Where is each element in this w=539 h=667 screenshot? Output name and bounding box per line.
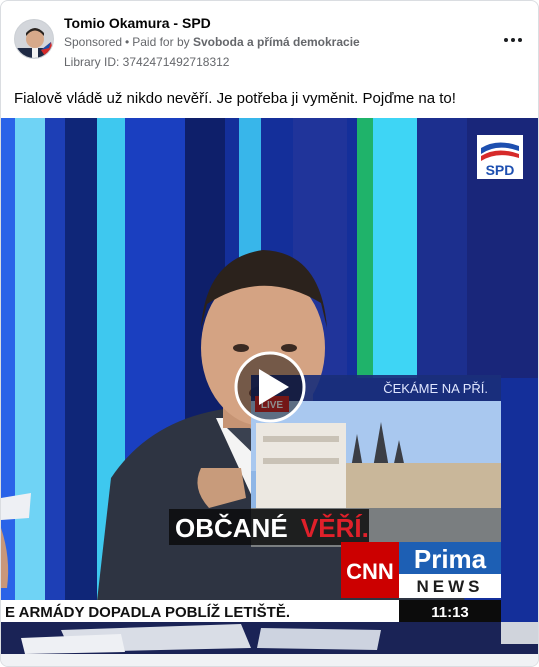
svg-text:OBČANÉ VĚŘÍ.: OBČANÉ VĚŘÍ. (175, 513, 369, 543)
more-horizontal-icon (504, 38, 508, 42)
cnn-logo: CNN (346, 559, 394, 584)
prima-logo: Prima (414, 544, 487, 574)
post-text: Fialově vládě už nikdo nevěří. Je potřeb… (14, 90, 456, 107)
payer-name[interactable]: Svoboda a přímá demokracie (193, 35, 360, 49)
subtitle-red: VĚŘÍ. (301, 513, 369, 543)
subtitle-white: OBČANÉ (175, 513, 288, 543)
sponsored-line: Sponsored • Paid for by Svoboda a přímá de… (64, 35, 360, 49)
play-button[interactable] (234, 351, 306, 423)
news-ticker: E ARMÁDY DOPADLA POBLÍŽ LETIŠTĚ. 11:13 (1, 600, 501, 622)
clock: 11:13 (431, 604, 469, 621)
cnn-prima-news-logo: CNN Prima NEWS (341, 542, 501, 598)
video-player[interactable]: SPD ČEKÁME NA PŘÍ. LIVE OBČANÉ VĚŘÍ. CNN… (1, 118, 538, 654)
subtitle: OBČANÉ VĚŘÍ. (169, 509, 369, 545)
news-logo: NEWS (417, 577, 484, 596)
inset-title: ČEKÁME NA PŘÍ. (383, 381, 488, 396)
separator-dot: • (125, 35, 130, 49)
sponsored-label: Sponsored (64, 35, 123, 49)
ticker-text: E ARMÁDY DOPADLA POBLÍŽ LETIŠTĚ. (5, 603, 290, 621)
card-footer-strip (1, 654, 538, 666)
spd-logo-text: SPD (486, 162, 515, 178)
more-options-button[interactable] (502, 29, 524, 51)
ad-post-card: Tomio Okamura - SPD Sponsored • Paid for b… (0, 0, 539, 667)
spd-logo: SPD (477, 135, 523, 179)
page-name[interactable]: Tomio Okamura - SPD (64, 15, 211, 31)
paid-for-label: Paid for by (132, 35, 190, 49)
library-id: Library ID: 3742471492718312 (64, 55, 230, 69)
page-avatar[interactable] (14, 19, 54, 59)
